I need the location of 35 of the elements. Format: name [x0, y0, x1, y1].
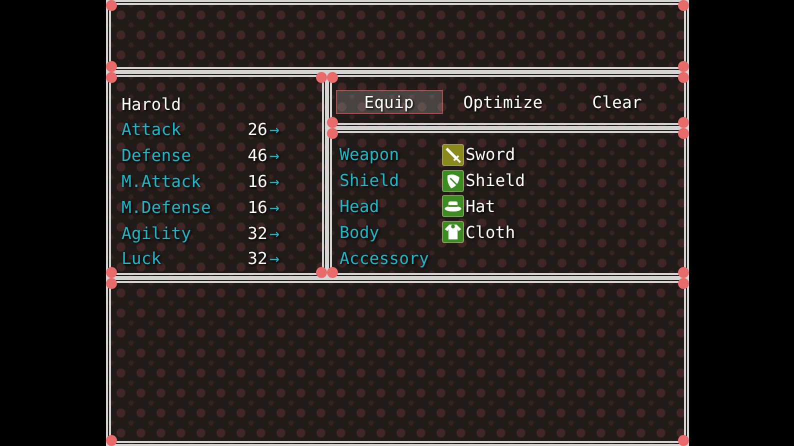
param-name: Attack: [122, 120, 182, 140]
param-name: M.Attack: [122, 172, 202, 191]
hat-icon: [442, 195, 464, 218]
param-value: 32: [246, 249, 268, 268]
param-name: Agility: [122, 224, 192, 243]
actor-name: Harold: [122, 94, 182, 114]
item-name: Hat: [466, 196, 496, 216]
command-tab[interactable]: Optimize: [450, 90, 556, 114]
slot-label[interactable]: Body: [340, 222, 442, 242]
item-name: Sword: [466, 145, 516, 164]
arrow-icon: →: [270, 120, 280, 140]
command-tab[interactable]: Clear: [564, 90, 670, 114]
param-name: Luck: [122, 249, 162, 268]
arrow-icon: →: [270, 198, 280, 217]
shield-icon: [442, 170, 464, 192]
param-name: M.Defense: [122, 198, 212, 217]
sword-icon: [442, 144, 464, 166]
arrow-icon: →: [270, 146, 280, 166]
param-value: 46: [246, 146, 268, 166]
param-value: 16: [246, 172, 268, 191]
param-name: Defense: [122, 146, 192, 166]
arrow-icon: →: [270, 172, 280, 191]
arrow-icon: →: [270, 249, 280, 268]
slot-label[interactable]: Accessory: [340, 248, 442, 268]
arrow-icon: →: [270, 224, 280, 243]
slot-label[interactable]: Head: [340, 196, 442, 216]
param-value: 26: [246, 120, 268, 140]
item-name: Cloth: [466, 222, 516, 242]
command-tab[interactable]: Equip: [336, 90, 442, 114]
shirt-icon: [442, 221, 464, 244]
param-value: 32: [246, 224, 268, 243]
item-name: Shield: [466, 171, 526, 190]
slot-label[interactable]: Weapon: [340, 145, 442, 164]
param-value: 16: [246, 198, 268, 217]
slot-label[interactable]: Shield: [340, 171, 442, 190]
